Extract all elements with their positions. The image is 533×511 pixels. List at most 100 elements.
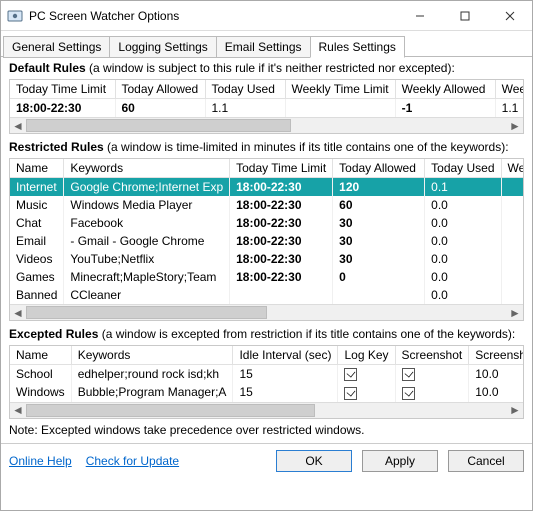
online-help-link[interactable]: Online Help: [9, 454, 72, 468]
cell: Facebook: [64, 214, 230, 232]
scroll-left-icon[interactable]: ◄: [10, 403, 26, 418]
window-title: PC Screen Watcher Options: [29, 9, 397, 23]
cell: [501, 286, 523, 304]
cell: Windows Media Player: [64, 196, 230, 214]
restricted-rules-title: Restricted Rules (a window is time-limit…: [9, 140, 524, 154]
maximize-button[interactable]: [442, 1, 487, 30]
excepted-rules-grid[interactable]: Name Keywords Idle Interval (sec) Log Ke…: [9, 345, 524, 419]
cell: [338, 365, 395, 384]
table-row[interactable]: ChatFacebook18:00-22:30300.0: [10, 214, 523, 232]
table-row[interactable]: 18:00-22:30 60 1.1 -1 1.1: [10, 99, 523, 118]
col-header[interactable]: Log Key: [338, 346, 395, 365]
cell: edhelper;round rock isd;kh: [71, 365, 233, 384]
check-update-link[interactable]: Check for Update: [86, 454, 179, 468]
cell: [501, 250, 523, 268]
cell: 0.0: [425, 268, 501, 286]
tab-logging[interactable]: Logging Settings: [109, 36, 216, 58]
col-header[interactable]: Weekly Allowed: [395, 80, 495, 99]
table-row[interactable]: Schooledhelper;round rock isd;kh1510.0: [10, 365, 523, 384]
table-row[interactable]: BannedCCleaner0.0: [10, 286, 523, 304]
cell: 18:00-22:30: [230, 232, 333, 250]
minimize-button[interactable]: [397, 1, 442, 30]
scroll-right-icon[interactable]: ►: [507, 403, 523, 418]
title-bar: PC Screen Watcher Options: [1, 1, 532, 31]
cell: Chat: [10, 214, 64, 232]
cancel-button[interactable]: Cancel: [448, 450, 524, 472]
restricted-rules-grid[interactable]: Name Keywords Today Time Limit Today All…: [9, 158, 524, 321]
cell: 0: [333, 268, 425, 286]
cell: 10.0: [469, 365, 523, 384]
cell: 1.1: [205, 99, 285, 118]
cell: 18:00-22:30: [230, 214, 333, 232]
cell: [501, 232, 523, 250]
col-header[interactable]: Today Used: [425, 159, 501, 178]
close-button[interactable]: [487, 1, 532, 30]
cell: 0.0: [425, 250, 501, 268]
cell: [501, 214, 523, 232]
checkbox[interactable]: [402, 368, 415, 381]
apply-button[interactable]: Apply: [362, 450, 438, 472]
col-header[interactable]: Today Allowed: [115, 80, 205, 99]
checkbox[interactable]: [344, 387, 357, 400]
cell: YouTube;Netflix: [64, 250, 230, 268]
col-header[interactable]: Screenshot: [395, 346, 469, 365]
cell: Banned: [10, 286, 64, 304]
tab-email[interactable]: Email Settings: [216, 36, 311, 58]
checkbox[interactable]: [344, 368, 357, 381]
cell: 18:00-22:30: [230, 268, 333, 286]
col-header[interactable]: Name: [10, 159, 64, 178]
excepted-rules-heading: Excepted Rules: [9, 327, 98, 341]
cell: 18:00-22:30: [10, 99, 115, 118]
cell: [395, 365, 469, 384]
default-rules-grid[interactable]: Today Time Limit Today Allowed Today Use…: [9, 79, 524, 134]
col-header[interactable]: Weekly Ti: [501, 159, 523, 178]
default-rules-section: Default Rules (a window is subject to th…: [1, 57, 532, 136]
scroll-right-icon[interactable]: ►: [507, 305, 523, 320]
default-rules-desc: (a window is subject to this rule if it'…: [86, 61, 455, 75]
col-header[interactable]: Today Time Limit: [10, 80, 115, 99]
table-row[interactable]: MusicWindows Media Player18:00-22:30600.…: [10, 196, 523, 214]
tab-general[interactable]: General Settings: [3, 36, 110, 58]
tab-rules[interactable]: Rules Settings: [310, 36, 405, 58]
cell: Google Chrome;Internet Exp: [64, 178, 230, 197]
col-header[interactable]: Today Time Limit: [230, 159, 333, 178]
cell: Videos: [10, 250, 64, 268]
table-row[interactable]: InternetGoogle Chrome;Internet Exp18:00-…: [10, 178, 523, 197]
cell: 60: [333, 196, 425, 214]
scroll-right-icon[interactable]: ►: [507, 118, 523, 133]
cell: 18:00-22:30: [230, 178, 333, 197]
cell: 18:00-22:30: [230, 250, 333, 268]
scroll-left-icon[interactable]: ◄: [10, 305, 26, 320]
col-header[interactable]: Today Used: [205, 80, 285, 99]
cell: [395, 383, 469, 401]
col-header[interactable]: Name: [10, 346, 71, 365]
horizontal-scrollbar[interactable]: ◄ ►: [10, 117, 523, 133]
col-header[interactable]: Weekly U: [495, 80, 523, 99]
table-row[interactable]: GamesMinecraft;MapleStory;Team18:00-22:3…: [10, 268, 523, 286]
cell: [333, 286, 425, 304]
cell: 120: [333, 178, 425, 197]
col-header[interactable]: Screenshot Inter: [469, 346, 523, 365]
table-row[interactable]: WindowsBubble;Program Manager;A1510.0: [10, 383, 523, 401]
dialog-footer: Online Help Check for Update OK Apply Ca…: [1, 444, 532, 478]
cell: 18:00-22:30: [230, 196, 333, 214]
table-row[interactable]: VideosYouTube;Netflix18:00-22:30300.0: [10, 250, 523, 268]
excepted-rules-desc: (a window is excepted from restriction i…: [98, 327, 515, 341]
checkbox[interactable]: [402, 387, 415, 400]
ok-button[interactable]: OK: [276, 450, 352, 472]
col-header[interactable]: Idle Interval (sec): [233, 346, 338, 365]
cell: [501, 268, 523, 286]
cell: 60: [115, 99, 205, 118]
table-row[interactable]: Email- Gmail - Google Chrome18:00-22:303…: [10, 232, 523, 250]
cell: 0.0: [425, 232, 501, 250]
cell: Windows: [10, 383, 71, 401]
col-header[interactable]: Keywords: [71, 346, 233, 365]
horizontal-scrollbar[interactable]: ◄ ►: [10, 402, 523, 418]
cell: [230, 286, 333, 304]
scroll-left-icon[interactable]: ◄: [10, 118, 26, 133]
horizontal-scrollbar[interactable]: ◄ ►: [10, 304, 523, 320]
restricted-rules-desc: (a window is time-limited in minutes if …: [104, 140, 509, 154]
col-header[interactable]: Weekly Time Limit: [285, 80, 395, 99]
col-header[interactable]: Today Allowed: [333, 159, 425, 178]
col-header[interactable]: Keywords: [64, 159, 230, 178]
